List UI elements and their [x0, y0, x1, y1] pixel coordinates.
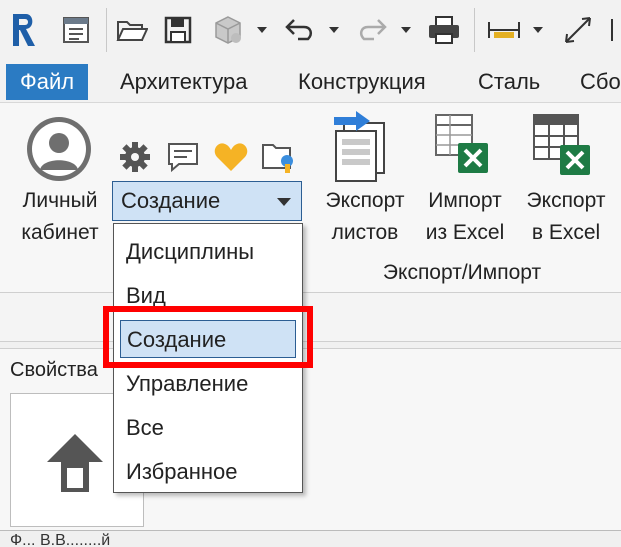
measure-icon[interactable]	[484, 10, 524, 50]
ribbon-filter-dropdown[interactable]: Создание	[112, 181, 302, 221]
import-excel-icon[interactable]	[432, 111, 492, 188]
folder-search-icon[interactable]	[260, 137, 298, 180]
redo-dropdown-icon[interactable]	[398, 10, 414, 50]
undo-dropdown-icon[interactable]	[326, 10, 342, 50]
tab-architecture[interactable]: Архитектура	[120, 64, 247, 100]
tab-structure[interactable]: Конструкция	[298, 64, 426, 100]
account-label-line2: кабинет	[21, 221, 99, 244]
properties-title: Свойства	[10, 359, 98, 381]
export-sheets-line1: Экспорт	[325, 189, 405, 212]
menu-item-manage[interactable]: Управление	[114, 362, 302, 406]
revit-logo-icon[interactable]	[8, 10, 40, 50]
tab-assembly[interactable]: Сбо	[580, 64, 621, 100]
aligned-dimension-icon[interactable]	[558, 10, 598, 50]
export-excel-line1: Экспорт	[526, 189, 606, 212]
house-icon	[47, 434, 103, 492]
menu-item-all[interactable]: Все	[114, 406, 302, 450]
tab-file[interactable]: Файл	[6, 64, 89, 100]
ribbon-tabs: Файл Архитектура Конструкция Сталь Сбо	[0, 60, 621, 102]
measure-dropdown-icon[interactable]	[530, 10, 546, 50]
heart-icon[interactable]	[213, 141, 249, 178]
type-selector-text[interactable]: Ф... В.В........й	[0, 530, 621, 547]
menu-item-disciplines[interactable]: Дисциплины	[114, 230, 302, 274]
redo-icon[interactable]	[354, 10, 390, 50]
dropdown-arrow-icon[interactable]	[254, 10, 270, 50]
ribbon-panel: Личный кабинет Экспорт листов Импорт из …	[0, 102, 621, 293]
dropdown-selected-value: Создание	[121, 188, 221, 213]
save-icon[interactable]	[160, 10, 196, 50]
properties-panel: Свойства	[0, 348, 621, 547]
sync-icon[interactable]	[210, 10, 246, 50]
import-excel-line1: Импорт	[428, 189, 502, 212]
user-account-icon[interactable]	[25, 115, 93, 188]
export-sheets-icon[interactable]	[330, 111, 392, 188]
tab-steel[interactable]: Сталь	[478, 64, 540, 100]
chat-icon[interactable]	[165, 139, 201, 180]
export-excel-icon[interactable]	[530, 111, 594, 188]
dimension-icon[interactable]	[604, 10, 621, 50]
undo-icon[interactable]	[282, 10, 318, 50]
import-excel-line2: из Excel	[425, 221, 505, 244]
menu-item-favorites[interactable]: Избранное	[114, 450, 302, 494]
print-icon[interactable]	[424, 10, 464, 50]
export-excel-line2: в Excel	[531, 221, 601, 244]
properties-doc-icon[interactable]	[58, 10, 94, 50]
export-import-group-label: Экспорт/Импорт	[382, 261, 542, 284]
account-label-line1: Личный	[22, 189, 98, 212]
export-sheets-line2: листов	[331, 221, 399, 244]
quick-access-toolbar	[0, 0, 621, 60]
highlight-annotation-box	[103, 306, 313, 368]
gear-icon[interactable]	[117, 139, 153, 180]
open-file-icon[interactable]	[114, 10, 150, 50]
chevron-down-icon[interactable]	[277, 198, 291, 206]
